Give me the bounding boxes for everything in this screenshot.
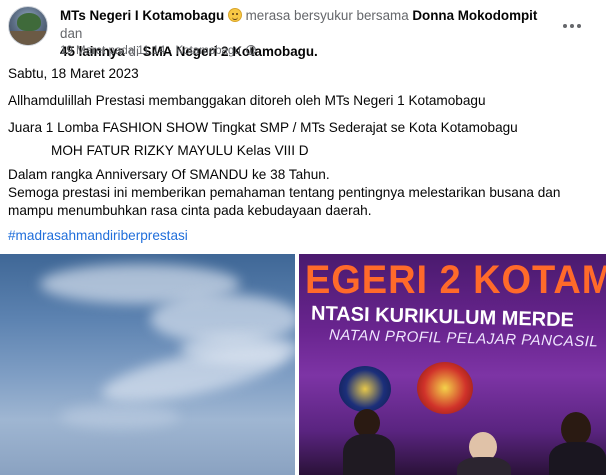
post-line-hope-2: mampu menumbuhkan rasa cinta pada kebuda… — [8, 203, 372, 218]
hashtag-link[interactable]: #madrasahmandiriberprestasi — [8, 228, 188, 243]
post-line-competition: Juara 1 Lomba FASHION SHOW Tingkat SMP /… — [8, 120, 518, 135]
photo-event-stage[interactable]: EGERI 2 KOTAMO NTASI KURIKULUM MERDE NAT… — [299, 254, 606, 475]
author-avatar[interactable] — [8, 6, 48, 46]
more-options-button[interactable] — [560, 16, 584, 36]
post-date-line: Sabtu, 18 Maret 2023 — [8, 66, 139, 81]
post-line-achievement: Allhamdulillah Prestasi membanggakan dit… — [8, 93, 486, 108]
post-line-event: Dalam rangka Anniversary Of SMANDU ke 38… — [8, 167, 330, 182]
author-name[interactable]: MTs Negeri I Kotamobagu — [60, 8, 224, 23]
banner-title-text: EGERI 2 KOTAMO — [305, 258, 606, 302]
photo-grid: EGERI 2 KOTAMO NTASI KURIKULUM MERDE NAT… — [0, 254, 606, 475]
school-logo-left — [339, 366, 391, 412]
person-head — [561, 412, 591, 446]
person-figure — [457, 457, 511, 475]
post-header: MTs Negeri I Kotamobagu merasa bersyukur… — [8, 6, 598, 59]
more-options-icon — [563, 24, 567, 28]
post-line-hope-1: Semoga prestasi ini memberikan pemahaman… — [8, 185, 561, 200]
feeling-text: merasa bersyukur bersama — [245, 8, 409, 23]
meta-separator: · — [168, 45, 173, 57]
post-place[interactable]: Kotamobagu — [176, 45, 241, 57]
person-figure — [549, 442, 606, 475]
person-head — [354, 409, 380, 437]
post-timestamp[interactable]: 19 Maret pada 11.14 — [60, 45, 165, 57]
school-logo-right — [417, 362, 473, 414]
person-figure — [343, 434, 395, 475]
globe-icon — [245, 45, 256, 55]
post-meta: 19 Maret pada 11.14 · Kotamobagu — [60, 44, 256, 58]
photo-sky[interactable] — [0, 254, 295, 475]
connector-and: dan — [60, 26, 83, 41]
post-line-student: MOH FATUR RIZKY MAYULU Kelas VIII D — [51, 143, 309, 158]
tagged-person[interactable]: Donna Mokodompit — [412, 8, 537, 23]
smiling-face-icon — [227, 8, 242, 22]
